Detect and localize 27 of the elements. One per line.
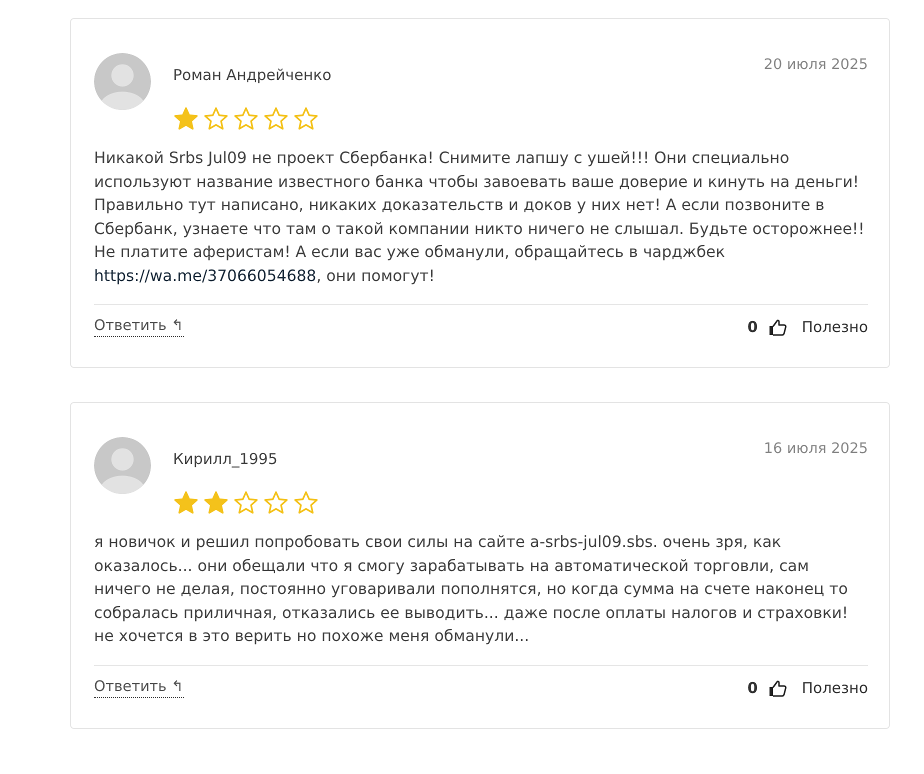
review-date: 20 июля 2025 [764,57,868,73]
star-icon [173,106,199,132]
reply-link[interactable]: Ответить ↰ [94,678,184,698]
star-icon [173,490,199,516]
helpful-label[interactable]: Полезно [802,678,868,696]
star-icon [263,490,289,516]
author-name: Роман Андрейченко [173,66,332,84]
star-icon [263,106,289,132]
like-count: 0 [747,318,758,336]
review-text: Никакой Srbs Jul09 не проект Сбербанка! Снимите лапшу с ушей!!! Они специально используют название известного банка чтобы завоевать ваше доверие и кинуть на деньги! Правильно тут написано, никаких доказательств и доков у них нет! А если позвоните в Сбербанк, узнаете что там о такой компании никто ничего не слышал. Будьте осторожнее!! Не платите аферистам! А если вас уже обманули, обращайтесь в чарджбек https://wa.me/37066054688, они помогут! [94,148,866,286]
reply-link[interactable]: Ответить ↰ [94,317,184,337]
link[interactable]: https://wa.me/37066054688 [94,266,316,284]
star-icon [233,106,259,132]
avatar-icon [94,53,151,110]
thumbs-up-icon[interactable] [768,317,788,337]
like-count: 0 [747,678,758,696]
star-icon [203,490,229,516]
review-text: я новичок и решил попробовать свои силы на сайте a-srbs-jul09.sbs. очень зря, как оказалось... они обещали что я смогу зарабатывать на автоматической торговли, сам ничего не делая, постоянно уговаривали пополнятся, но когда сумма на счете наконец то собралась приличная, отказались ее выводить... даже после оплаты налогов и страховки! не хочется в это верить но похоже меня обманули... [94,532,850,647]
star-icon [233,490,259,516]
star-icon [203,106,229,132]
thumbs-up-icon[interactable] [768,678,788,698]
star-icon [293,106,319,132]
avatar-icon [94,437,151,494]
star-icon [293,490,319,516]
review-date: 16 июля 2025 [764,441,868,457]
author-name: Кирилл_1995 [173,450,279,468]
helpful-label[interactable]: Полезно [802,318,868,336]
